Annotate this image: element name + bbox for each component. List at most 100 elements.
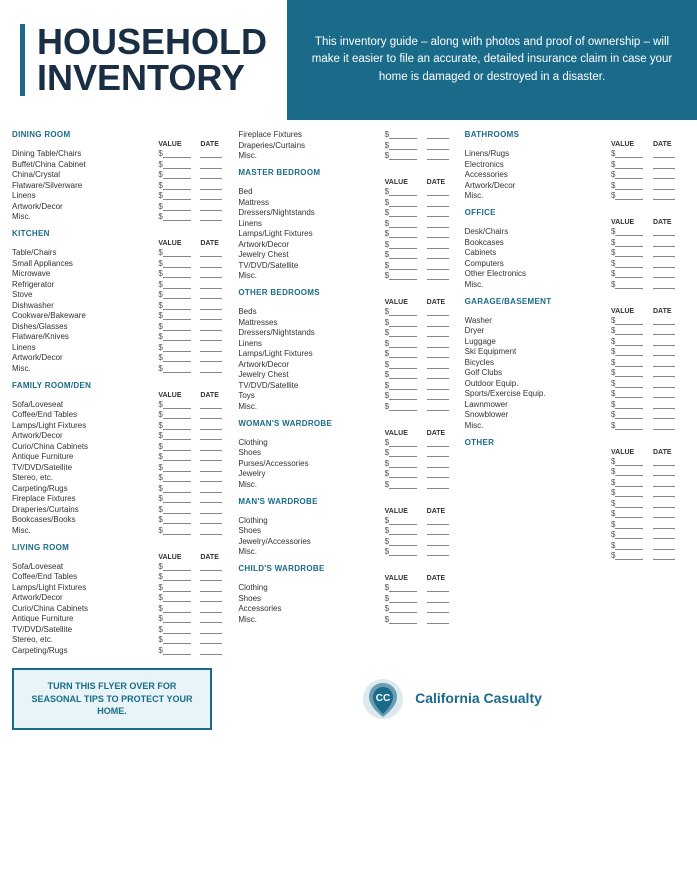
list-item: Misc.$ — [238, 151, 458, 160]
list-item: Ski Equipment$ — [465, 347, 685, 356]
california-casualty-logo-icon: CC — [361, 677, 405, 721]
list-item: Draperies/Curtains$ — [238, 141, 458, 150]
list-item: Buffet/China Cabinet$ — [12, 160, 232, 169]
list-item: Refrigerator$ — [12, 280, 232, 289]
col-labels-garage: VALUE DATE — [465, 308, 685, 315]
list-item: Dressers/Nightstands$ — [238, 208, 458, 217]
list-item: $ — [465, 541, 685, 550]
list-item: $ — [465, 457, 685, 466]
col-labels-office: VALUE DATE — [465, 219, 685, 226]
section-kitchen: KITCHEN — [12, 229, 232, 238]
list-item: Artwork/Decor$ — [465, 181, 685, 190]
col-labels-family: VALUE DATE — [12, 392, 232, 399]
list-item: Misc.$ — [238, 402, 458, 411]
section-other: OTHER — [465, 438, 685, 447]
list-item: Mattress$ — [238, 198, 458, 207]
list-item: Purses/Accessories$ — [238, 459, 458, 468]
section-other-bedrooms: OTHER BEDROOMS — [238, 288, 458, 297]
list-item: Luggage$ — [465, 337, 685, 346]
list-item: Flatware/Knives$ — [12, 332, 232, 341]
section-womans-wardrobe: WOMAN'S WARDROBE — [238, 419, 458, 428]
list-item: Dressers/Nightstands$ — [238, 328, 458, 337]
list-item: $ — [465, 499, 685, 508]
list-item: Misc.$ — [238, 271, 458, 280]
col-labels-other: VALUE DATE — [465, 449, 685, 456]
list-item: Artwork/Decor$ — [12, 202, 232, 211]
logo-company-name: California Casualty — [415, 690, 542, 707]
list-item: Clothing$ — [238, 516, 458, 525]
list-item: Accessories$ — [238, 604, 458, 613]
col-labels-childs: VALUE DATE — [238, 575, 458, 582]
list-item: Washer$ — [465, 316, 685, 325]
list-item: Jewelry Chest$ — [238, 370, 458, 379]
list-item: Bookcases/Books$ — [12, 515, 232, 524]
logo-text-block: California Casualty — [415, 690, 542, 707]
section-master-bedroom: MASTER BEDROOM — [238, 168, 458, 177]
list-item: Sofa/Loveseat$ — [12, 562, 232, 571]
col-labels-living: VALUE DATE — [12, 554, 232, 561]
list-item: Dishes/Glasses$ — [12, 322, 232, 331]
list-item: Cabinets$ — [465, 248, 685, 257]
list-item: $ — [465, 551, 685, 560]
section-garage: GARAGE/BASEMENT — [465, 297, 685, 306]
section-office: OFFICE — [465, 208, 685, 217]
list-item: Antique Furniture$ — [12, 452, 232, 461]
list-item: Misc.$ — [238, 480, 458, 489]
list-item: Mattresses$ — [238, 318, 458, 327]
list-item: Lamps/Light Fixtures$ — [12, 583, 232, 592]
body-content: DINING ROOM VALUE DATE Dining Table/Chai… — [0, 120, 697, 662]
list-item: Artwork/Decor$ — [12, 593, 232, 602]
page-header: HOUSEHOLD INVENTORY This inventory guide… — [0, 0, 697, 120]
list-item: TV/DVD/Satellite$ — [238, 381, 458, 390]
list-item: Fireplace Fixtures$ — [238, 130, 458, 139]
title-line1: HOUSEHOLD — [37, 24, 267, 60]
list-item: Misc.$ — [238, 547, 458, 556]
list-item: Linens$ — [238, 219, 458, 228]
list-item: Misc.$ — [465, 280, 685, 289]
header-right: This inventory guide – along with photos… — [287, 0, 697, 120]
list-item: Table/Chairs$ — [12, 248, 232, 257]
list-item: Lawnmower$ — [465, 400, 685, 409]
list-item: Sports/Exercise Equip.$ — [465, 389, 685, 398]
title-block: HOUSEHOLD INVENTORY — [20, 24, 267, 96]
list-item: Stove$ — [12, 290, 232, 299]
list-item: Artwork/Decor$ — [12, 431, 232, 440]
list-item: Bed$ — [238, 187, 458, 196]
list-item: Coffee/End Tables$ — [12, 410, 232, 419]
list-item: Misc.$ — [465, 191, 685, 200]
col-labels-dining: VALUE DATE — [12, 141, 232, 148]
list-item: Snowblower$ — [465, 410, 685, 419]
list-item: Artwork/Decor$ — [12, 353, 232, 362]
footer-tip: TURN THIS FLYER OVER FOR SEASONAL TIPS T… — [12, 668, 212, 730]
section-bathrooms: BATHROOMS — [465, 130, 685, 139]
list-item: Lamps/Light Fixtures$ — [238, 349, 458, 358]
list-item: Curio/China Cabinets$ — [12, 442, 232, 451]
list-item: Beds$ — [238, 307, 458, 316]
list-item: Jewelry Chest$ — [238, 250, 458, 259]
list-item: Fireplace Fixtures$ — [12, 494, 232, 503]
list-item: Small Appliances$ — [12, 259, 232, 268]
footer-logo: CC California Casualty — [218, 668, 685, 730]
list-item: Shoes$ — [238, 526, 458, 535]
list-item: Linens/Rugs$ — [465, 149, 685, 158]
list-item: Desk/Chairs$ — [465, 227, 685, 236]
list-item: Linens$ — [12, 343, 232, 352]
col-labels-womans: VALUE DATE — [238, 430, 458, 437]
column-1: DINING ROOM VALUE DATE Dining Table/Chai… — [12, 130, 232, 656]
list-item: Cookware/Bakeware$ — [12, 311, 232, 320]
list-item: Artwork/Decor$ — [238, 240, 458, 249]
list-item: Curio/China Cabinets$ — [12, 604, 232, 613]
list-item: TV/DVD/Satellite$ — [12, 625, 232, 634]
list-item: Carpeting/Rugs$ — [12, 646, 232, 655]
list-item: Misc.$ — [12, 526, 232, 535]
list-item: Artwork/Decor$ — [238, 360, 458, 369]
list-item: Lamps/Light Fixtures$ — [12, 421, 232, 430]
list-item: Misc.$ — [12, 364, 232, 373]
list-item: TV/DVD/Satellite$ — [12, 463, 232, 472]
list-item: $ — [465, 488, 685, 497]
list-item: Stereo, etc.$ — [12, 635, 232, 644]
list-item: Toys$ — [238, 391, 458, 400]
section-childs-wardrobe: CHILD'S WARDROBE — [238, 564, 458, 573]
list-item: Bicycles$ — [465, 358, 685, 367]
list-item: Outdoor Equip.$ — [465, 379, 685, 388]
